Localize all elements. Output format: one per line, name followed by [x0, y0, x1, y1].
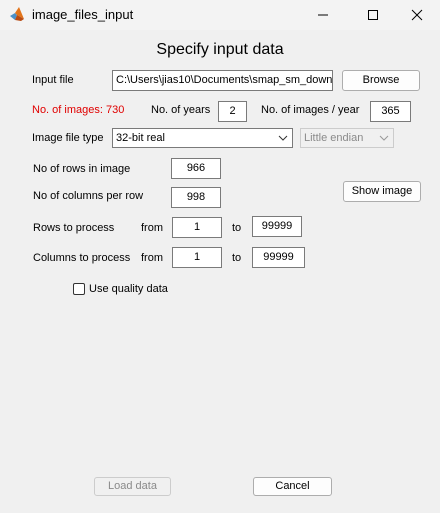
close-icon [411, 9, 423, 21]
title-bar: image_files_input [0, 0, 440, 30]
cols-to-label: to [232, 252, 242, 264]
input-file-field[interactable]: C:\Users\jias10\Documents\smap_sm_downl [112, 70, 333, 91]
chevron-down-icon [278, 135, 288, 141]
window-title: image_files_input [32, 7, 134, 22]
columns-field[interactable]: 998 [171, 187, 221, 208]
rows-process-label: Rows to process [33, 222, 115, 234]
maximize-button[interactable] [350, 0, 396, 30]
num-images-text: No. of images: 730 [32, 104, 125, 116]
rows-label: No of rows in image [33, 163, 131, 175]
image-type-value: 32-bit real [116, 132, 165, 144]
quality-checkbox[interactable] [73, 283, 85, 295]
rows-to-label: to [232, 222, 242, 234]
rows-from-label: from [141, 222, 163, 234]
images-per-year-field[interactable]: 365 [370, 101, 411, 122]
num-years-field[interactable]: 2 [218, 101, 247, 122]
cols-from-label: from [141, 252, 163, 264]
show-image-button[interactable]: Show image [343, 181, 421, 202]
image-type-label: Image file type [32, 132, 104, 144]
columns-label: No of columns per row [33, 190, 144, 202]
rows-from-field[interactable]: 1 [172, 217, 222, 238]
cols-from-field[interactable]: 1 [172, 247, 222, 268]
load-data-button[interactable]: Load data [94, 477, 171, 496]
cancel-button[interactable]: Cancel [253, 477, 332, 496]
rows-to-field[interactable]: 99999 [252, 216, 302, 237]
minimize-button[interactable] [300, 0, 346, 30]
cols-process-label: Columns to process [33, 252, 131, 264]
minimize-icon [318, 14, 328, 16]
matlab-icon [10, 7, 24, 21]
endian-value: Little endian [304, 132, 364, 144]
images-per-year-label: No. of images / year [261, 104, 360, 116]
input-file-label: Input file [32, 74, 74, 86]
quality-label[interactable]: Use quality data [89, 283, 168, 295]
dialog-heading: Specify input data [156, 41, 284, 58]
browse-button[interactable]: Browse [342, 70, 420, 91]
close-button[interactable] [394, 0, 440, 30]
image-type-select[interactable]: 32-bit real [112, 128, 293, 148]
endian-select[interactable]: Little endian [300, 128, 394, 148]
num-years-label: No. of years [151, 104, 211, 116]
maximize-icon [368, 10, 378, 20]
chevron-down-icon [379, 135, 389, 141]
rows-field[interactable]: 966 [171, 158, 221, 179]
cols-to-field[interactable]: 99999 [252, 247, 305, 268]
